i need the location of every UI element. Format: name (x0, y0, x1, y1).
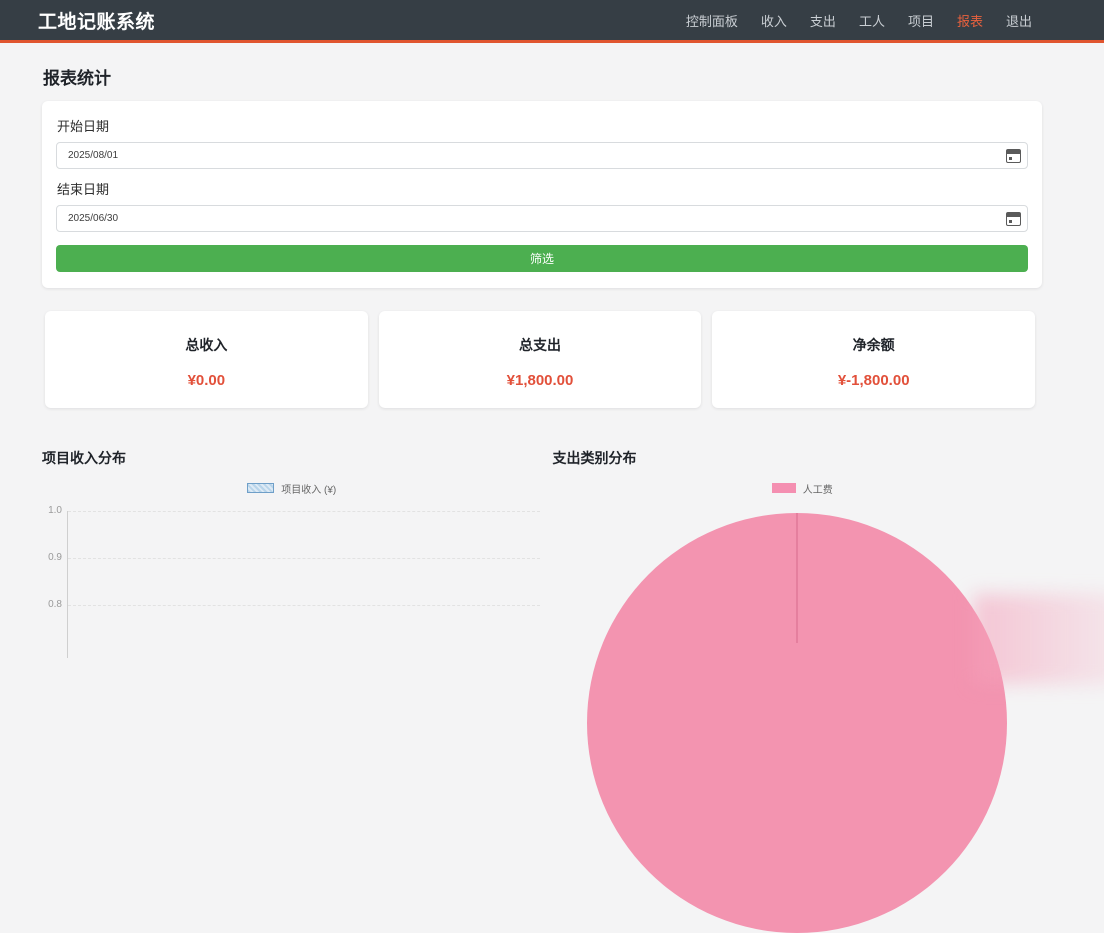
start-date-field[interactable] (56, 142, 1028, 169)
bar-chart-plot-area: 1.0 0.9 0.8 (42, 498, 542, 628)
total-expense-value: ¥1,800.00 (379, 372, 702, 389)
end-date-input[interactable] (68, 213, 1006, 224)
nav-item-income[interactable]: 收入 (761, 11, 787, 30)
start-date-label: 开始日期 (57, 116, 1028, 135)
calendar-icon[interactable] (1006, 212, 1021, 226)
summary-row: 总收入 ¥0.00 总支出 ¥1,800.00 净余额 ¥-1,800.00 (45, 311, 1035, 408)
y-tick-label: 0.9 (42, 552, 62, 563)
y-tick-label: 0.8 (42, 599, 62, 610)
net-balance-value: ¥-1,800.00 (712, 372, 1035, 389)
legend-item-labor-cost[interactable]: 人工费 (772, 481, 833, 496)
bar-legend-label: 项目收入 (¥) (281, 481, 336, 496)
gridline (68, 511, 540, 512)
calendar-icon[interactable] (1006, 149, 1021, 163)
y-tick-label: 1.0 (42, 505, 62, 516)
filter-submit-button[interactable]: 筛选 (56, 245, 1028, 272)
pie-slice-divider (796, 513, 798, 643)
nav-item-logout[interactable]: 退出 (1006, 11, 1032, 30)
nav-item-reports[interactable]: 报表 (957, 11, 983, 30)
pie-legend-swatch-icon (772, 483, 796, 493)
main-nav: 控制面板 收入 支出 工人 项目 报表 退出 (686, 11, 1032, 30)
net-balance-title: 净余额 (712, 335, 1035, 355)
total-income-title: 总收入 (45, 335, 368, 355)
gridline (68, 605, 540, 606)
nav-item-workers[interactable]: 工人 (859, 11, 885, 30)
app-header: 工地记账系统 控制面板 收入 支出 工人 项目 报表 退出 (0, 0, 1104, 43)
start-date-input[interactable] (68, 150, 1006, 161)
total-expense-card: 总支出 ¥1,800.00 (379, 311, 702, 408)
bar-chart-legend: 项目收入 (¥) (42, 482, 542, 494)
legend-item-project-income[interactable]: 项目收入 (¥) (247, 481, 336, 496)
expense-category-chart: 支出类别分布 人工费 (553, 448, 1053, 629)
nav-item-dashboard[interactable]: 控制面板 (686, 11, 738, 30)
end-date-field[interactable] (56, 205, 1028, 232)
total-income-card: 总收入 ¥0.00 (45, 311, 368, 408)
end-date-label: 结束日期 (57, 179, 1028, 198)
pie-highlight-glow (973, 594, 1104, 684)
expense-category-chart-title: 支出类别分布 (553, 448, 1053, 468)
app-title: 工地记账系统 (38, 7, 155, 34)
total-expense-title: 总支出 (379, 335, 702, 355)
nav-item-expense[interactable]: 支出 (810, 11, 836, 30)
pie-chart-legend: 人工费 (553, 482, 1053, 494)
net-balance-card: 净余额 ¥-1,800.00 (712, 311, 1035, 408)
project-income-chart: 项目收入分布 项目收入 (¥) 1.0 0.9 0.8 (42, 448, 542, 629)
total-income-value: ¥0.00 (45, 372, 368, 389)
pie-chart-plot-area (553, 499, 1053, 629)
charts-row: 项目收入分布 项目收入 (¥) 1.0 0.9 0.8 支出类别分布 人工费 (42, 448, 1052, 629)
bar-legend-swatch-icon (247, 483, 274, 493)
pie-legend-label: 人工费 (803, 481, 833, 496)
date-filter-card: 开始日期 结束日期 筛选 (42, 101, 1042, 288)
page-title: 报表统计 (43, 64, 1104, 89)
project-income-chart-title: 项目收入分布 (42, 448, 542, 468)
bar-chart-y-axis (67, 511, 68, 658)
nav-item-projects[interactable]: 项目 (908, 11, 934, 30)
gridline (68, 558, 540, 559)
